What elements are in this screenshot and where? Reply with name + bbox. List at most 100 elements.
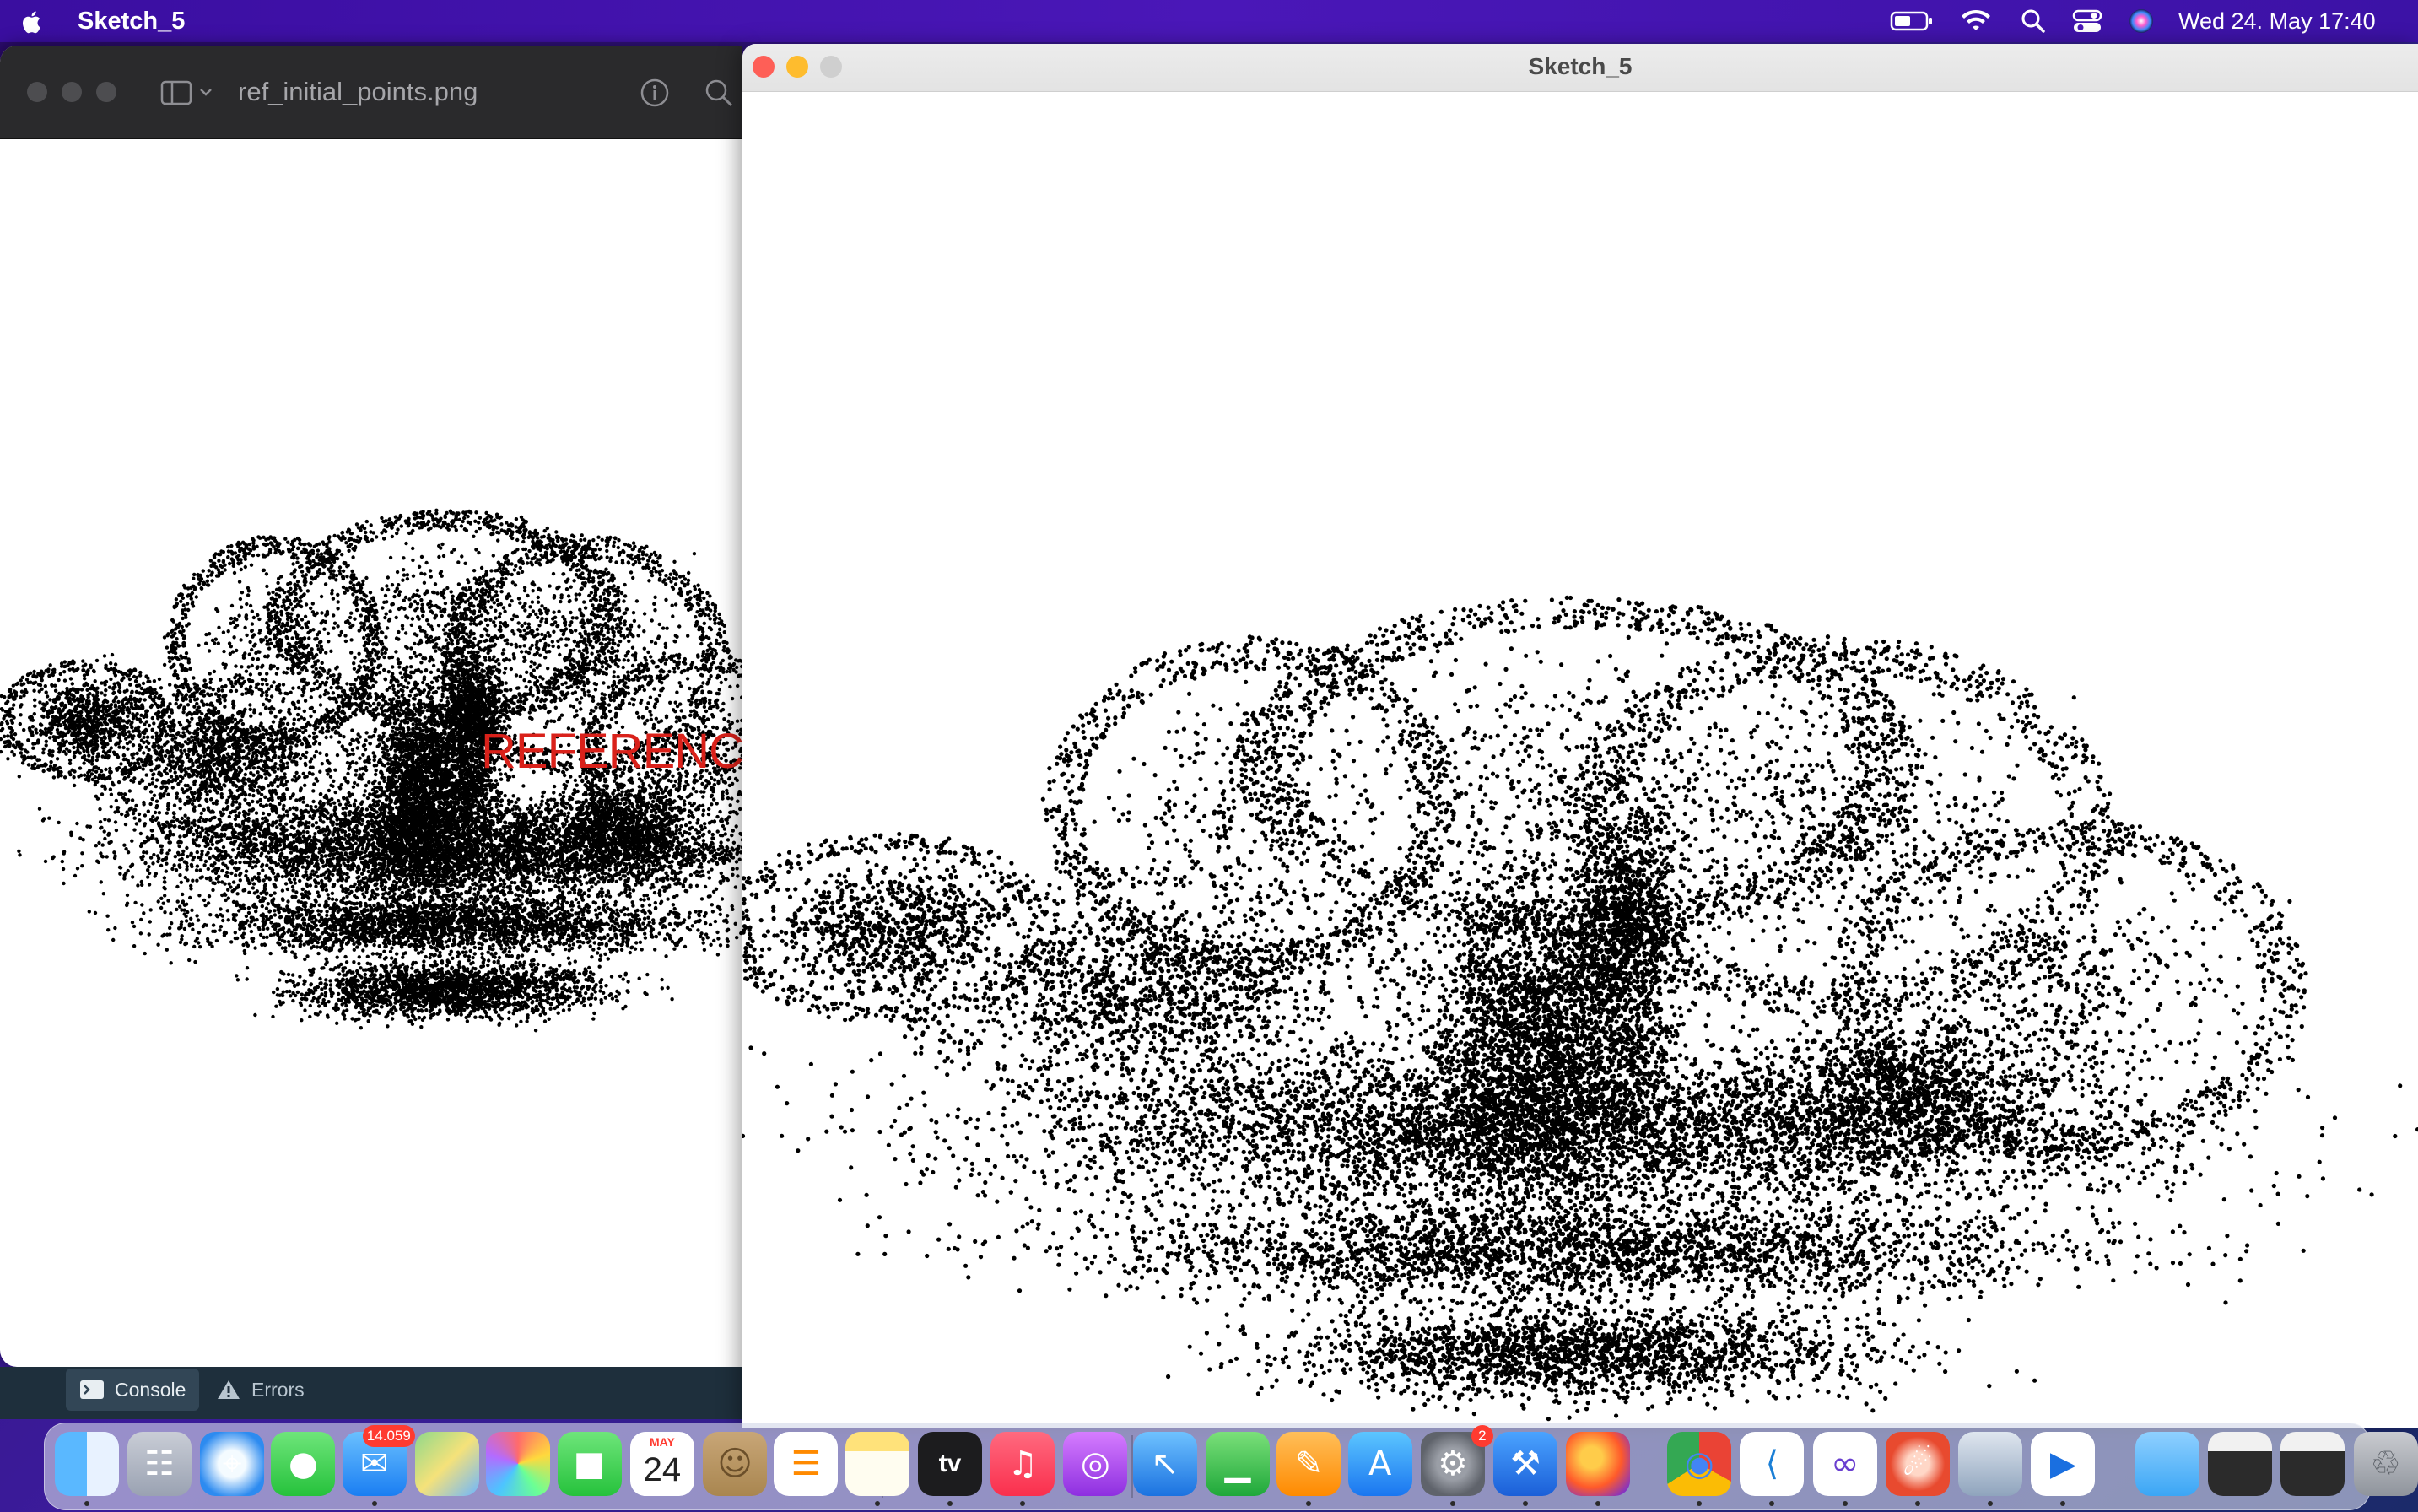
tab-errors-label: Errors — [251, 1379, 305, 1401]
window-thumb-icon[interactable] — [2208, 1432, 2273, 1496]
tv-icon[interactable]: tv — [917, 1432, 982, 1496]
trash-icon[interactable]: ♲ — [2353, 1432, 2418, 1496]
tab-errors[interactable]: Errors — [216, 1369, 343, 1411]
running-indicator — [1697, 1501, 1703, 1506]
processing-icon[interactable]: ▶ — [2031, 1432, 2096, 1496]
control-center-icon[interactable] — [2072, 8, 2102, 35]
safari-icon[interactable]: ⌖ — [200, 1432, 265, 1496]
visual-studio-icon[interactable]: ∞ — [1812, 1432, 1877, 1496]
sketch-point-cloud[interactable] — [742, 91, 2418, 1428]
app-store-glyph: A — [1348, 1432, 1412, 1496]
photos-icon[interactable] — [486, 1432, 551, 1496]
sketch-window[interactable]: Sketch_5 — [742, 44, 2418, 1428]
menu-app-name[interactable]: Sketch_5 — [78, 5, 185, 37]
running-indicator — [1523, 1501, 1529, 1506]
podcasts-glyph: ◎ — [1063, 1432, 1127, 1496]
settings-icon[interactable]: ⚙ 2 — [1420, 1425, 1493, 1496]
running-indicator — [1988, 1501, 1994, 1506]
maximize-button[interactable] — [96, 82, 116, 102]
instruments-icon[interactable]: ☄ — [1885, 1432, 1950, 1496]
contacts-glyph: ☺ — [703, 1432, 767, 1496]
menu-clock[interactable]: Wed 24. May 17:40 — [2178, 5, 2376, 37]
close-button[interactable] — [27, 82, 47, 102]
notification-badge: 2 — [1471, 1425, 1493, 1447]
trash-glyph: ♲ — [2354, 1432, 2418, 1496]
processing-glyph: ▶ — [2031, 1432, 2095, 1496]
contacts-icon[interactable]: ☺ — [703, 1432, 768, 1496]
folder-icon[interactable] — [2135, 1432, 2199, 1496]
keynote-glyph: ↖ — [1133, 1432, 1197, 1496]
point-cloud-points — [742, 595, 2418, 1422]
preview-icon[interactable] — [1958, 1432, 2023, 1496]
calendar-day: 24 — [630, 1449, 694, 1491]
running-indicator — [1020, 1501, 1026, 1506]
calendar-icon[interactable]: MAY 24 — [629, 1432, 694, 1496]
keynote-icon[interactable]: ↖ — [1132, 1432, 1197, 1496]
info-icon[interactable] — [640, 78, 670, 108]
running-indicator — [371, 1501, 377, 1506]
warning-icon — [218, 1380, 240, 1399]
siri-icon[interactable] — [2128, 8, 2155, 35]
running-indicator — [1595, 1501, 1601, 1506]
finder-icon[interactable] — [54, 1432, 119, 1496]
dock: ☷ ⌖ ● ✉ 14.059 ■ MAY 24 ☺ ☰ tv ♫ ◎ ↖ ▁ ✎ A ⚙ 2 ⚒ ◉ ⟨ ∞ ☄ ▶ ♲ — [44, 1423, 2418, 1510]
minimize-button[interactable] — [62, 82, 82, 102]
notes-icon[interactable] — [845, 1432, 909, 1496]
xcode-glyph: ⚒ — [1493, 1432, 1557, 1496]
running-indicator — [2060, 1501, 2066, 1506]
messages-icon[interactable]: ● — [271, 1432, 336, 1496]
launchpad-glyph: ☷ — [127, 1432, 192, 1496]
calendar-month: MAY — [630, 1435, 694, 1449]
running-indicator — [1914, 1501, 1920, 1506]
running-indicator — [874, 1501, 880, 1506]
music-glyph: ♫ — [990, 1432, 1055, 1496]
window-thumb-icon[interactable] — [2280, 1432, 2345, 1496]
search-icon[interactable] — [2020, 8, 2047, 35]
facetime-glyph: ■ — [558, 1432, 622, 1496]
vscode-icon[interactable]: ⟨ — [1740, 1432, 1805, 1496]
numbers-glyph: ▁ — [1206, 1432, 1270, 1496]
safari-glyph: ⌖ — [200, 1432, 264, 1496]
numbers-icon[interactable]: ▁ — [1206, 1432, 1271, 1496]
mail-icon[interactable]: ✉ 14.059 — [342, 1425, 415, 1496]
sketch-window-title: Sketch_5 — [742, 51, 2418, 83]
notification-badge: 14.059 — [362, 1425, 415, 1447]
messages-glyph: ● — [271, 1432, 335, 1496]
firefox-icon[interactable] — [1566, 1432, 1631, 1496]
preview-window[interactable]: ref_initial_points.png REFERENCE — [0, 46, 742, 1367]
pages-icon[interactable]: ✎ — [1276, 1432, 1341, 1496]
visual-studio-glyph: ∞ — [1813, 1432, 1877, 1496]
launchpad-icon[interactable]: ☷ — [127, 1432, 192, 1496]
facetime-icon[interactable]: ■ — [557, 1432, 622, 1496]
app-store-icon[interactable]: A — [1347, 1432, 1412, 1496]
preview-toolbar: ref_initial_points.png — [0, 46, 742, 139]
reminders-icon[interactable]: ☰ — [774, 1432, 839, 1496]
tv-label: tv — [918, 1432, 982, 1496]
podcasts-icon[interactable]: ◎ — [1063, 1432, 1128, 1496]
running-indicator — [947, 1501, 953, 1506]
pages-glyph: ✎ — [1276, 1432, 1341, 1496]
running-indicator — [1306, 1501, 1312, 1506]
vscode-glyph: ⟨ — [1740, 1432, 1804, 1496]
sketch-titlebar[interactable]: Sketch_5 — [742, 44, 2418, 92]
wifi-icon[interactable] — [1959, 8, 1993, 35]
chrome-glyph: ◉ — [1667, 1432, 1731, 1496]
running-indicator — [1769, 1501, 1775, 1506]
reminders-glyph: ☰ — [774, 1432, 838, 1496]
menu-bar: Sketch_5 Wed 24. May 17:40 — [0, 0, 2418, 42]
tab-console-label: Console — [115, 1379, 186, 1401]
xcode-icon[interactable]: ⚒ — [1493, 1432, 1558, 1496]
tab-console[interactable]: Console — [66, 1369, 199, 1411]
reference-label: REFERENCE — [481, 726, 742, 778]
music-icon[interactable]: ♫ — [990, 1432, 1055, 1496]
terminal-icon — [80, 1380, 104, 1399]
maps-icon[interactable] — [415, 1432, 480, 1496]
sidebar-toggle-icon[interactable] — [160, 79, 216, 106]
apple-icon[interactable] — [17, 7, 47, 37]
battery-icon[interactable] — [1890, 8, 1934, 35]
chrome-icon[interactable]: ◉ — [1667, 1432, 1732, 1496]
zoom-icon[interactable] — [704, 78, 734, 108]
preview-filename: ref_initial_points.png — [238, 74, 478, 110]
running-indicator — [84, 1501, 89, 1506]
running-indicator — [1449, 1501, 1455, 1506]
